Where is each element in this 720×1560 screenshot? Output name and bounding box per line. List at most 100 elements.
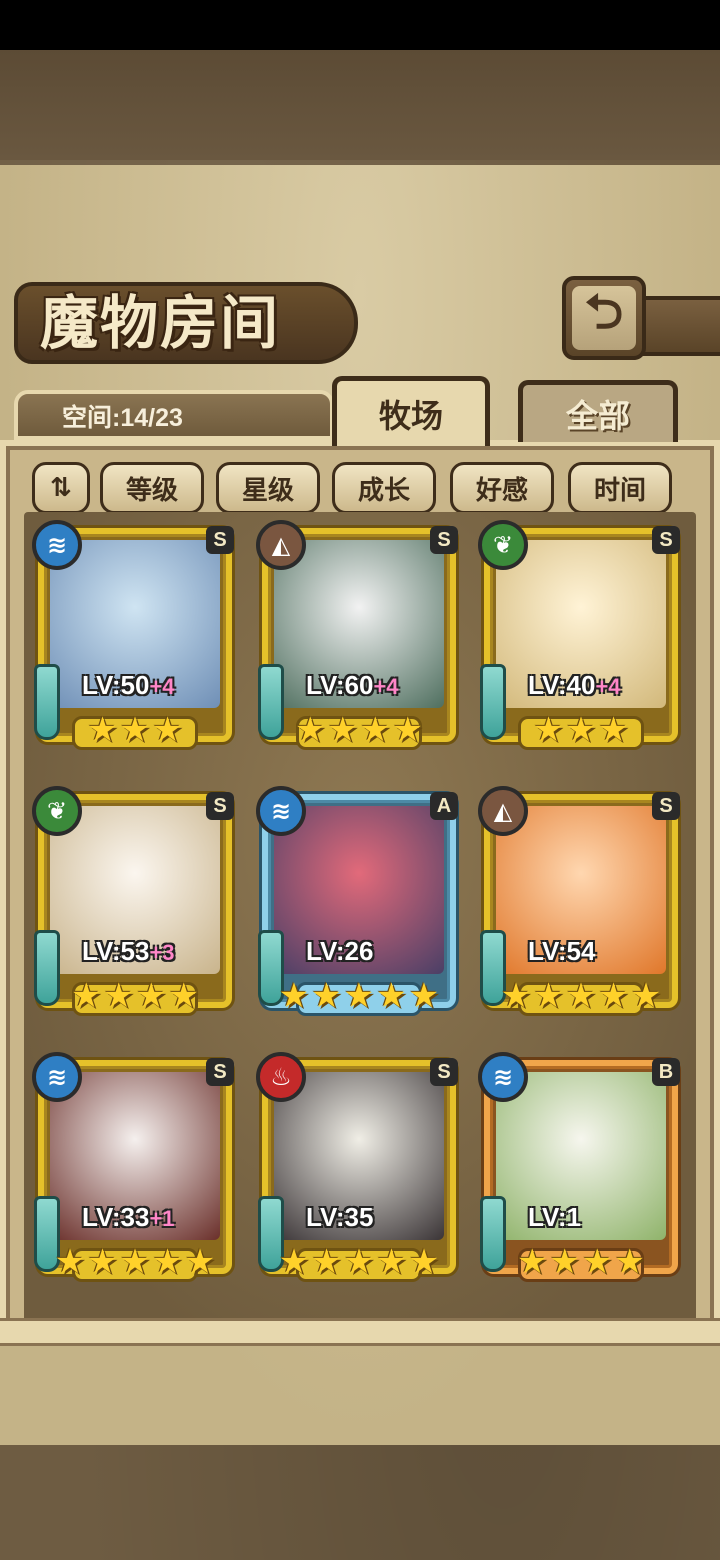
star-icon: ★ — [533, 710, 564, 750]
rank-badge: S — [430, 526, 458, 554]
star-icon: ★ — [598, 976, 629, 1016]
nature-element-icon: ❦ — [478, 520, 528, 570]
panel-bottom-border — [0, 1318, 720, 1346]
back-button-tail — [640, 296, 720, 356]
sort-order-toggle[interactable]: ⇅ — [32, 462, 90, 514]
star-icon: ★ — [184, 1242, 216, 1282]
level-value: LV:26 — [306, 936, 374, 966]
rank-badge: B — [652, 1058, 680, 1086]
star-icon: ★ — [533, 976, 564, 1016]
star-icon: ★ — [71, 976, 102, 1016]
level-value: LV:1 — [528, 1202, 581, 1232]
star-rating: ★ ★ ★ ★ — [256, 710, 462, 750]
star-icon: ★ — [360, 710, 391, 750]
monster-level: LV:26 — [306, 936, 456, 972]
back-arrow-icon: ⮌ — [572, 284, 636, 350]
star-icon: ★ — [565, 710, 597, 750]
monster-card[interactable]: ≋ S LV:50+4 ★ ★ ★ — [32, 520, 238, 758]
status-bar — [0, 0, 720, 50]
level-value: LV:54 — [528, 936, 596, 966]
star-icon: ★ — [54, 1242, 86, 1282]
water-element-icon: ≋ — [256, 786, 306, 836]
star-rating: ★ ★ ★ ★ ★ — [256, 1242, 462, 1282]
sort-button-affection[interactable]: 好感 — [450, 462, 554, 514]
sort-toggle-icon: ⇅ — [50, 473, 72, 503]
star-rating: ★ ★ ★ ★ ★ — [478, 976, 684, 1016]
page-title: 魔物房间 — [40, 289, 281, 357]
star-icon: ★ — [614, 1242, 645, 1282]
space-capacity: 空间:14/23 — [62, 404, 183, 432]
level-bonus: +4 — [595, 674, 621, 699]
monster-level: LV:50+4 — [82, 670, 232, 706]
level-value: LV:40 — [528, 670, 596, 700]
water-element-icon: ≋ — [32, 1052, 82, 1102]
star-icon: ★ — [295, 710, 326, 750]
level-value: LV:33 — [82, 1202, 150, 1232]
star-icon: ★ — [311, 976, 342, 1016]
map-header-background — [0, 50, 720, 160]
star-icon: ★ — [87, 1242, 118, 1282]
star-rating: ★ ★ ★ — [32, 710, 238, 750]
nature-element-icon: ❦ — [32, 786, 82, 836]
star-rating: ★ ★ ★ ★ ★ — [256, 976, 462, 1016]
monster-card[interactable]: ♨ S LV:35 ★ ★ ★ ★ ★ — [256, 1052, 462, 1290]
rank-badge: S — [206, 792, 234, 820]
level-bonus: +3 — [149, 940, 175, 965]
rank-badge: S — [206, 526, 234, 554]
star-icon: ★ — [565, 976, 597, 1016]
star-icon: ★ — [327, 710, 358, 750]
water-element-icon: ≋ — [478, 1052, 528, 1102]
star-icon: ★ — [376, 1242, 407, 1282]
sort-button-level[interactable]: 等级 — [100, 462, 204, 514]
tab-all[interactable]: 全部 — [518, 380, 678, 442]
star-icon: ★ — [278, 976, 310, 1016]
level-value: LV:60 — [306, 670, 374, 700]
star-rating: ★ ★ ★ ★ ★ — [32, 1242, 238, 1282]
level-value: LV:50 — [82, 670, 150, 700]
star-icon: ★ — [87, 710, 118, 750]
monster-card[interactable]: ◭ S LV:54 ★ ★ ★ ★ ★ — [478, 786, 684, 1024]
star-icon: ★ — [549, 1242, 580, 1282]
sort-button-time[interactable]: 时间 — [568, 462, 672, 514]
star-icon: ★ — [376, 976, 407, 1016]
level-bonus: +1 — [149, 1206, 175, 1231]
monster-level: LV:54 — [528, 936, 678, 972]
monster-level: LV:1 — [528, 1202, 678, 1238]
star-icon: ★ — [152, 710, 183, 750]
star-icon: ★ — [582, 1242, 613, 1282]
star-icon: ★ — [136, 976, 167, 1016]
tab-ranch[interactable]: 牧场 — [332, 376, 490, 446]
water-element-icon: ≋ — [32, 520, 82, 570]
monster-card[interactable]: ❦ S LV:40+4 ★ ★ ★ — [478, 520, 684, 758]
star-rating: ★ ★ ★ — [478, 710, 684, 750]
star-icon: ★ — [103, 976, 134, 1016]
monster-card[interactable]: ◭ S LV:60+4 ★ ★ ★ ★ — [256, 520, 462, 758]
level-value: LV:53 — [82, 936, 150, 966]
monster-level: LV:33+1 — [82, 1202, 232, 1238]
star-icon: ★ — [152, 1242, 183, 1282]
star-icon: ★ — [598, 710, 629, 750]
back-button[interactable]: ⮌ — [562, 276, 646, 360]
fire-element-icon: ♨ — [256, 1052, 306, 1102]
monster-card[interactable]: ≋ S LV:33+1 ★ ★ ★ ★ ★ — [32, 1052, 238, 1290]
earth-element-icon: ◭ — [478, 786, 528, 836]
earth-element-icon: ◭ — [256, 520, 306, 570]
star-icon: ★ — [343, 976, 375, 1016]
sort-button-growth[interactable]: 成长 — [332, 462, 436, 514]
monster-card[interactable]: ❦ S LV:53+3 ★ ★ ★ ★ — [32, 786, 238, 1024]
star-icon: ★ — [168, 976, 199, 1016]
rank-badge: S — [430, 1058, 458, 1086]
rank-badge: S — [652, 526, 680, 554]
star-icon: ★ — [517, 1242, 548, 1282]
monster-level: LV:35 — [306, 1202, 456, 1238]
rank-badge: A — [430, 792, 458, 820]
monster-level: LV:40+4 — [528, 670, 678, 706]
level-value: LV:35 — [306, 1202, 374, 1232]
level-bonus: +4 — [149, 674, 175, 699]
monster-level: LV:60+4 — [306, 670, 456, 706]
monster-card[interactable]: ≋ B LV:1 ★ ★ ★ ★ — [478, 1052, 684, 1290]
star-rating: ★ ★ ★ ★ — [32, 976, 238, 1016]
monster-card[interactable]: ≋ A LV:26 ★ ★ ★ ★ ★ — [256, 786, 462, 1024]
sort-button-stars[interactable]: 星级 — [216, 462, 320, 514]
monster-level: LV:53+3 — [82, 936, 232, 972]
